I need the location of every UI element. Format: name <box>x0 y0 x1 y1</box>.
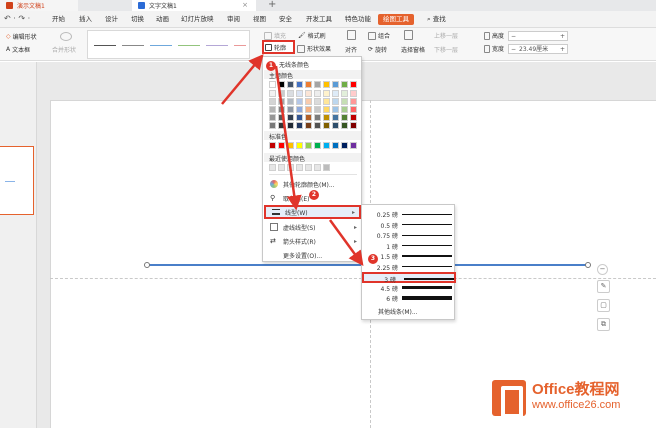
arrow-to-line-style <box>274 65 302 211</box>
step-badge-2: 2 <box>309 190 319 200</box>
step-badge-1: 1 <box>266 61 276 71</box>
watermark: Office教程网 www.office26.com <box>492 376 652 420</box>
annotation-arrows <box>221 54 364 267</box>
watermark-title: Office教程网 <box>532 381 620 398</box>
step-badge-3: 3 <box>368 254 378 264</box>
watermark-url: www.office26.com <box>532 399 621 411</box>
arrow-to-3pt <box>328 219 364 267</box>
arrow-to-outline <box>221 54 264 105</box>
office-logo-icon <box>492 380 526 418</box>
app-window: 演示文稿1 文字文稿1 × + ↶ · ↷ · 开始 插入 设计 切换 动画 幻… <box>0 0 656 428</box>
